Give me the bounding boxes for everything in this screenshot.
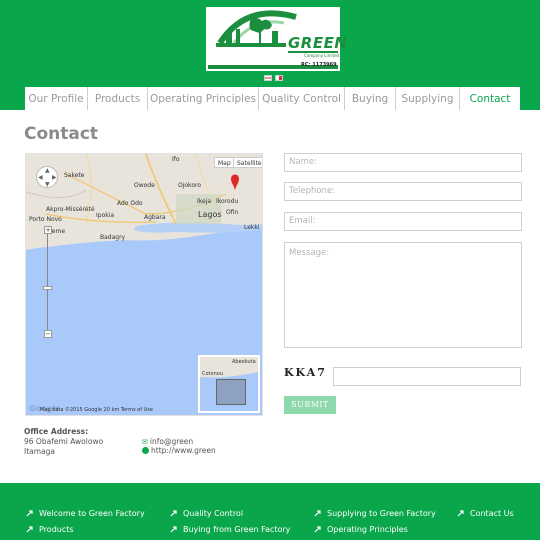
main-nav: Our Profile Products Operating Principle… xyxy=(25,87,520,110)
logo-brand-text: GREEN xyxy=(288,34,348,52)
zoom-track[interactable] xyxy=(47,230,48,330)
footer-link-contact-us[interactable]: Contact Us xyxy=(457,509,514,518)
office-email[interactable]: ✉ info@green xyxy=(142,437,193,446)
language-flag-icon[interactable] xyxy=(275,75,283,81)
logo-subtitle: Company Limited xyxy=(304,53,340,58)
footer-link-welcome[interactable]: Welcome to Green Factory xyxy=(26,509,145,518)
office-address-line2: Itamaga xyxy=(24,447,56,456)
inset-label-abeokuta: Abeokuta xyxy=(232,359,256,365)
footer-link-quality-control[interactable]: Quality Control xyxy=(170,509,243,518)
footer-link-operating-principles[interactable]: Operating Principles xyxy=(314,525,408,534)
footer-link-label: Supplying to Green Factory xyxy=(327,509,436,518)
logo-rc-number: RC: 1173969 xyxy=(301,62,337,68)
company-logo[interactable]: GREEN Company Limited RC: 1173969 xyxy=(206,7,347,71)
uk-flag-icon[interactable] xyxy=(264,75,272,81)
pan-left-icon: ◀ xyxy=(38,174,43,181)
footer-link-supplying[interactable]: Supplying to Green Factory xyxy=(314,509,436,518)
map-label-ojokoro: Ojokoro xyxy=(178,182,201,189)
submit-button[interactable]: SUBMIT xyxy=(284,396,336,414)
map-label-porto-novo: Porto Novo xyxy=(29,216,62,223)
map-label-lekki: Lekki xyxy=(244,224,260,231)
footer-link-label: Welcome to Green Factory xyxy=(39,509,145,518)
zoom-in-button[interactable]: + xyxy=(44,226,52,234)
footer-link-label: Contact Us xyxy=(470,509,514,518)
map-label-lagos: Lagos xyxy=(198,210,222,219)
office-address-heading: Office Address: xyxy=(24,427,89,436)
nav-item-contact[interactable]: Contact xyxy=(460,87,520,110)
link-icon xyxy=(26,510,33,517)
office-email-text: info@green xyxy=(149,437,194,446)
captcha-image: KKA7 xyxy=(284,366,328,382)
pan-up-icon: ▲ xyxy=(45,167,50,174)
link-icon xyxy=(457,510,464,517)
office-website-text: http://www.green xyxy=(151,446,216,455)
footer-link-label: Buying from Green Factory xyxy=(183,525,291,534)
captcha-input[interactable] xyxy=(333,367,521,386)
footer-link-label: Quality Control xyxy=(183,509,244,518)
nav-item-buying[interactable]: Buying xyxy=(345,87,396,110)
map-label-ikeja: Ikeja xyxy=(197,198,212,205)
link-icon xyxy=(170,510,177,517)
mail-icon: ✉ xyxy=(142,437,148,446)
link-icon xyxy=(170,526,177,533)
link-icon xyxy=(26,526,33,533)
footer-link-products[interactable]: Products xyxy=(26,525,74,534)
map-type-map-button[interactable]: Map xyxy=(214,157,235,168)
nav-item-quality-control[interactable]: Quality Control xyxy=(259,87,345,110)
map-label-ofin: Ofin xyxy=(226,209,239,216)
telephone-field[interactable]: Telephone: xyxy=(284,182,522,201)
email-field[interactable]: Email: xyxy=(284,212,522,231)
footer: Welcome to Green Factory Products Qualit… xyxy=(0,483,540,540)
map-attribution: Map data ©2015 Google 20 km Terms of Use xyxy=(40,407,153,413)
map-label-ikorodu: Ikorodu xyxy=(216,198,239,205)
language-flags xyxy=(264,75,283,81)
office-address-line1: 96 Obafemi Awolowo xyxy=(24,437,104,446)
inset-label-cotonou: Cotonou xyxy=(202,371,223,377)
globe-icon xyxy=(142,447,149,454)
map-label-ipokia: Ipokia xyxy=(96,212,115,219)
map-label-agbara: Agbara xyxy=(144,214,166,221)
map-label-ado-odo: Ado Odo xyxy=(117,200,143,207)
map-label-badagry: Badagry xyxy=(100,234,126,241)
footer-link-label: Products xyxy=(39,525,74,534)
pan-right-icon: ▶ xyxy=(52,174,57,181)
map-label-sakete: Sakete xyxy=(64,172,85,179)
google-map[interactable]: Ifo Sakete Owode Ojokoro Ikorodu Ado Odo… xyxy=(25,153,263,416)
inset-viewport[interactable] xyxy=(216,379,246,405)
map-label-akpro: Akpro-Missérété xyxy=(46,206,95,213)
link-icon xyxy=(314,526,321,533)
nav-item-operating-principles[interactable]: Operating Principles xyxy=(148,87,259,110)
footer-link-label: Operating Principles xyxy=(327,525,408,534)
message-field[interactable]: Message: xyxy=(284,242,522,348)
pan-down-icon: ▼ xyxy=(45,181,50,188)
map-overview-inset[interactable]: Cotonou Abeokuta xyxy=(198,355,260,413)
page-title: Contact xyxy=(24,124,99,144)
office-website[interactable]: http://www.green xyxy=(142,446,216,455)
zoom-slider-thumb[interactable] xyxy=(43,286,52,290)
name-field[interactable]: Name: xyxy=(284,153,522,172)
map-label-owode: Owode xyxy=(134,182,155,189)
nav-item-products[interactable]: Products xyxy=(88,87,148,110)
nav-item-our-profile[interactable]: Our Profile xyxy=(25,87,88,110)
zoom-out-button[interactable]: − xyxy=(44,330,52,338)
map-type-satellite-button[interactable]: Satellite xyxy=(233,157,262,168)
map-pan-control[interactable]: ▲ ▼ ◀ ▶ xyxy=(36,166,58,188)
footer-link-buying[interactable]: Buying from Green Factory xyxy=(170,525,290,534)
link-icon xyxy=(314,510,321,517)
map-label-ifo: Ifo xyxy=(172,156,180,163)
nav-item-supplying[interactable]: Supplying xyxy=(396,87,460,110)
